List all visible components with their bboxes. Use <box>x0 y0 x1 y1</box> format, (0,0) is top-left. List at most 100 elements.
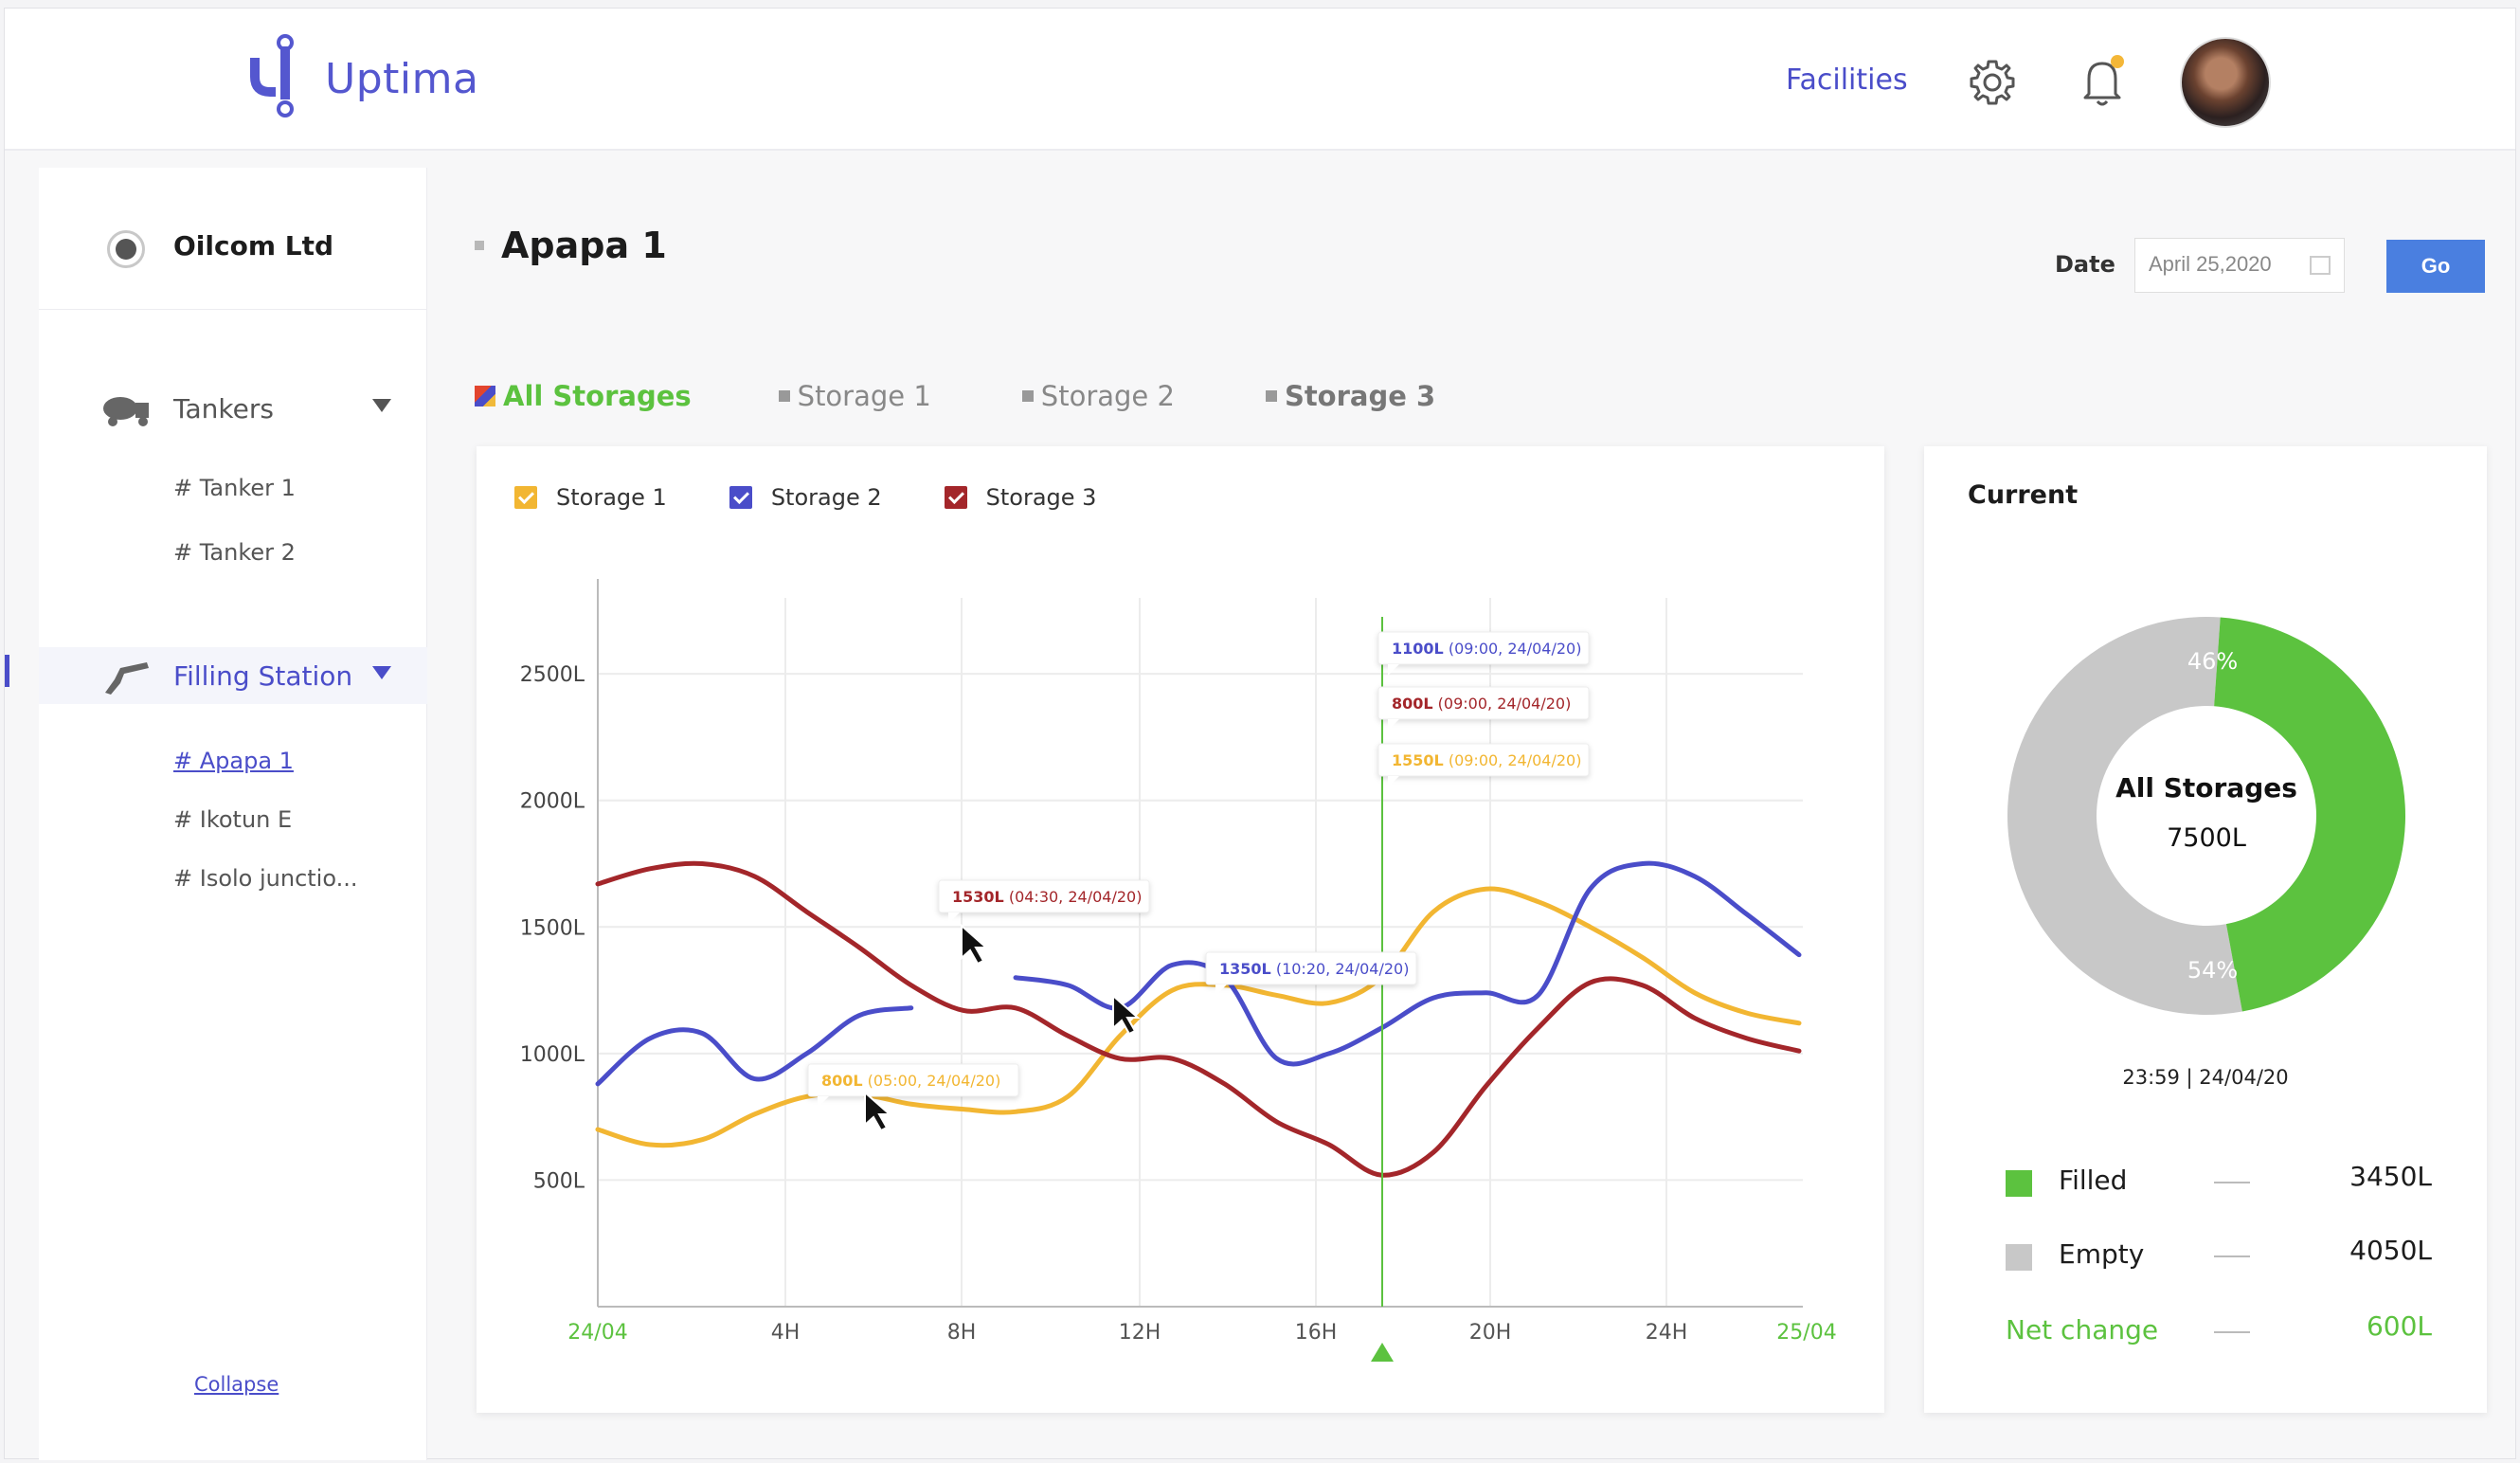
sidebar-item-tanker-1[interactable]: # Tanker 1 <box>173 475 296 501</box>
stat-filled: Filled 3450L <box>2006 1159 2432 1201</box>
dash-divider <box>2214 1182 2250 1183</box>
tab-label: Storage 1 <box>797 380 931 412</box>
tooltip-pointer <box>1215 984 1227 996</box>
donut-empty-percent: 54% <box>2187 957 2238 984</box>
sidebar-group-label: Filling Station <box>173 660 353 692</box>
sidebar-item-apapa-1[interactable]: # Apapa 1 <box>173 748 294 774</box>
tooltip-pointer <box>818 1096 829 1108</box>
fuel-nozzle-icon <box>105 662 149 695</box>
tooltip-time: (04:30, 24/04/20) <box>1004 888 1143 906</box>
sidebar-item-ikotun-e[interactable]: # Ikotun E <box>173 806 292 833</box>
tooltip-value: 1530L <box>952 888 1004 906</box>
tooltip-text: 1550L (09:00, 24/04/20) <box>1392 751 1581 769</box>
tab-label: Storage 2 <box>1040 380 1175 412</box>
tooltip-time: (09:00, 24/04/20) <box>1444 751 1582 769</box>
company-radio-icon[interactable] <box>107 230 145 268</box>
donut-slice-empty[interactable] <box>2007 617 2242 1015</box>
logo-icon <box>250 34 294 117</box>
net-change-label: Net change <box>2006 1314 2159 1346</box>
tooltip-time: (09:00, 24/04/20) <box>1444 640 1582 658</box>
current-card: Current All Storages 7500L 46% 54% 23:59 … <box>1924 446 2487 1413</box>
stat-empty: Empty 4050L <box>2006 1233 2432 1274</box>
chart-card: Storage 1 Storage 2 Storage 3 500L 1000L 1… <box>477 446 1884 1413</box>
sidebar-group-tankers[interactable]: Tankers <box>39 380 427 437</box>
calendar-icon[interactable] <box>2310 256 2331 275</box>
tooltip-text: 1100L (09:00, 24/04/20) <box>1392 640 1581 658</box>
tooltip-value: 800L <box>1392 695 1433 713</box>
sidebar-item-tanker-2[interactable]: # Tanker 2 <box>173 539 296 566</box>
x-tick-label: 8H <box>947 1321 977 1345</box>
series-line-storage-3 <box>595 860 1802 1178</box>
y-tick-label: 1000L <box>520 1043 585 1067</box>
empty-label: Empty <box>2059 1238 2145 1270</box>
date-picker-input[interactable]: April 25,2020 <box>2134 238 2345 293</box>
dash-divider <box>2214 1331 2250 1333</box>
cursor-pointer-icon <box>961 923 989 966</box>
tooltip-pointer <box>948 912 960 924</box>
gear-icon[interactable] <box>1966 56 2019 109</box>
user-avatar[interactable] <box>2180 37 2271 128</box>
chevron-down-icon[interactable] <box>372 399 391 412</box>
company-header: Oilcom Ltd <box>39 168 426 310</box>
donut-filled-percent: 46% <box>2187 648 2238 675</box>
nav-facilities-link[interactable]: Facilities <box>1786 63 1908 97</box>
go-button[interactable]: Go <box>2386 240 2485 293</box>
y-tick-label: 2500L <box>520 663 585 687</box>
x-tick-label: 12H <box>1119 1321 1161 1345</box>
chevron-down-icon[interactable] <box>372 666 391 679</box>
tab-bullet-icon <box>1265 390 1277 402</box>
sidebar-item-isolo-junction[interactable]: # Isolo junctio... <box>173 865 358 892</box>
tooltip-value: 1100L <box>1392 640 1444 658</box>
y-tick-label: 1500L <box>520 916 585 940</box>
x-tick-label: 20H <box>1469 1321 1512 1345</box>
current-timestamp: 23:59 | 24/04/20 <box>2122 1066 2289 1089</box>
filled-label: Filled <box>2059 1165 2128 1196</box>
sidebar-group-label: Tankers <box>173 393 274 424</box>
time-marker-handle-icon[interactable] <box>1371 1343 1394 1362</box>
stat-net-change: Net change 600L <box>2006 1309 2432 1350</box>
tab-storage-3[interactable]: Storage 3 <box>1265 380 1435 412</box>
donut-slice-filled[interactable] <box>2214 617 2405 1012</box>
tooltip-value: 1350L <box>1219 960 1271 978</box>
tanker-icon <box>103 397 149 426</box>
tooltip-text: 800L (09:00, 24/04/20) <box>1392 695 1571 713</box>
line-chart[interactable]: 500L 1000L 1500L 2000L 2500L 24/04 4H 8H 12H 16H 2… <box>477 446 1884 1413</box>
empty-value: 4050L <box>2349 1235 2432 1266</box>
tooltip-value: 1550L <box>1392 751 1444 769</box>
date-label: Date <box>2055 251 2115 278</box>
sidebar: Oilcom Ltd Tankers # Tanker 1 # Tanker 2… <box>5 168 427 1460</box>
tooltip-text: 1530L (04:30, 24/04/20) <box>952 888 1142 906</box>
bell-icon[interactable] <box>2076 52 2129 111</box>
donut-center-title: All Storages <box>2115 772 2297 804</box>
collapse-link[interactable]: Collapse <box>194 1373 279 1396</box>
date-value: April 25,2020 <box>2149 252 2272 276</box>
tooltip-time: (10:20, 24/04/20) <box>1271 960 1410 978</box>
x-tick-label: 24H <box>1646 1321 1688 1345</box>
page-title-text: Apapa 1 <box>501 225 667 266</box>
tab-bullet-icon <box>1021 390 1034 402</box>
donut-center-value: 7500L <box>2167 823 2246 853</box>
tooltip-time: (05:00, 24/04/20) <box>863 1072 1001 1090</box>
sidebar-group-filling-station[interactable]: Filling Station <box>5 647 427 704</box>
filled-value: 3450L <box>2349 1161 2432 1192</box>
app-logo[interactable]: Uptima <box>247 33 478 124</box>
x-tick-label: 16H <box>1295 1321 1338 1345</box>
tab-storage-2[interactable]: Storage 2 <box>1021 380 1175 412</box>
dash-divider <box>2214 1255 2250 1257</box>
storage-tabs: All Storages Storage 1 Storage 2 Storage… <box>475 380 1526 412</box>
all-storages-icon <box>475 386 495 406</box>
tab-bullet-icon <box>778 390 790 402</box>
tab-all-storages[interactable]: All Storages <box>475 380 692 412</box>
app-window: Uptima Facilities Oilcom Ltd Tankers # T… <box>4 8 2516 1460</box>
x-tick-label: 24/04 <box>567 1321 627 1345</box>
tooltip-pointer <box>1388 719 1399 731</box>
filled-swatch <box>2006 1170 2032 1197</box>
notification-badge <box>2111 55 2124 68</box>
x-tick-label: 25/04 <box>1776 1321 1836 1345</box>
empty-swatch <box>2006 1244 2032 1271</box>
tooltip-pointer <box>1388 776 1399 787</box>
tab-storage-1[interactable]: Storage 1 <box>778 380 931 412</box>
y-tick-label: 2000L <box>520 790 585 814</box>
company-name: Oilcom Ltd <box>173 230 334 262</box>
tooltip-time: (09:00, 24/04/20) <box>1433 695 1572 713</box>
